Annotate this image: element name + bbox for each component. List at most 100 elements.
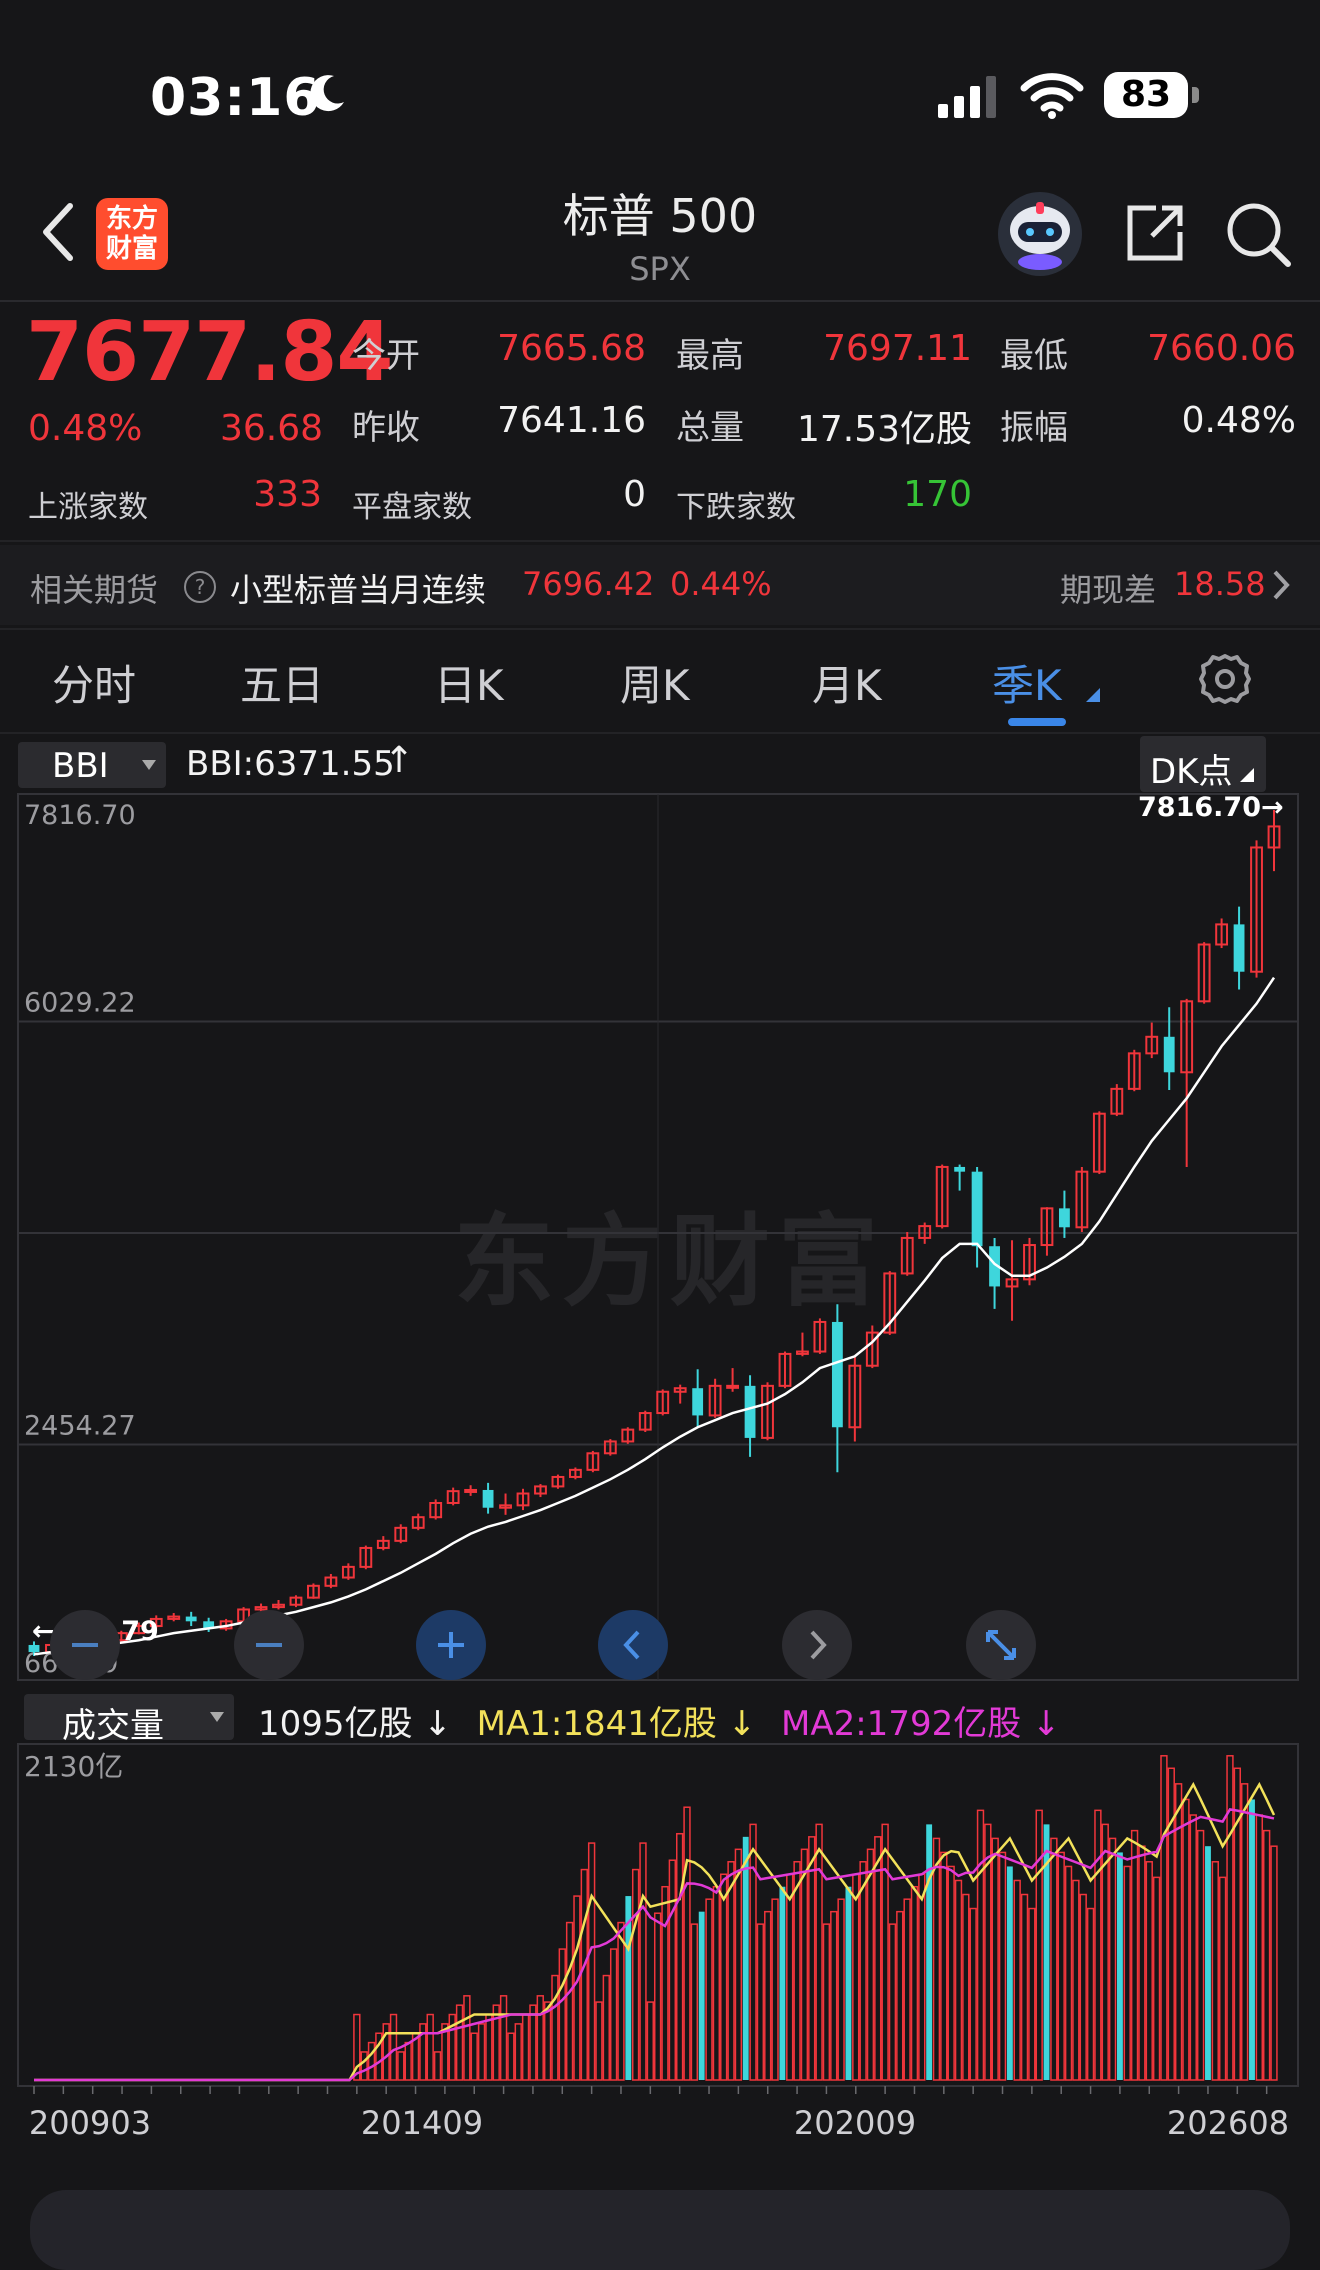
related-futures-bar[interactable]: 相关期货 ? 小型标普当月连续 7696.42 0.44% 期现差 18.58 <box>0 545 1320 625</box>
high-label: 最高 <box>676 336 744 376</box>
gear-icon[interactable] <box>1198 652 1252 706</box>
indicator-value: BBI:6371.55 <box>186 744 395 784</box>
volume-bar <box>837 1898 845 2081</box>
scroll-right-button[interactable] <box>782 1610 852 1680</box>
bottom-panel[interactable] <box>30 2190 1290 2270</box>
candlestick-chart[interactable]: 7816.706029.222454.27666.797816.70→←666.… <box>0 780 1320 1700</box>
volume-bar <box>1050 1837 1058 2081</box>
volume-bar <box>426 2013 434 2081</box>
share-icon[interactable] <box>1122 200 1188 266</box>
zoom-out-button-left[interactable] <box>50 1610 120 1680</box>
candle-body <box>185 1616 197 1622</box>
fullscreen-button[interactable] <box>966 1610 1036 1680</box>
volume-bar <box>720 1873 728 2081</box>
volume-bar <box>514 2023 522 2081</box>
assistant-robot-icon[interactable] <box>996 190 1084 278</box>
volume-bar <box>742 1836 749 2080</box>
volume-bar <box>1262 1829 1271 2081</box>
volume-bar <box>918 1873 926 2081</box>
page-title: 标普 500 <box>562 189 758 243</box>
tab-daily-k[interactable]: 日K <box>434 652 504 713</box>
candle-body <box>464 1488 478 1493</box>
decline-label: 下跌家数 <box>676 490 796 525</box>
tab-dropdown-icon[interactable] <box>1086 688 1100 702</box>
volume-bar <box>991 1837 999 2081</box>
candle-body <box>692 1388 704 1416</box>
back-icon[interactable] <box>40 200 76 264</box>
indicator-arrow: ↑ <box>384 740 415 781</box>
volume-bar <box>793 1861 801 2081</box>
volume-bar <box>947 1865 955 2081</box>
chevron-right-icon <box>810 1630 827 1660</box>
search-icon[interactable] <box>1224 200 1292 268</box>
volume-bar <box>433 2051 442 2081</box>
volume-bar <box>602 1974 610 2081</box>
zoom-in-button[interactable] <box>416 1610 486 1680</box>
expand-icon <box>986 1630 1016 1660</box>
low-label: 最低 <box>1000 336 1068 376</box>
max-price-marker: 7816.70→ <box>1138 792 1284 823</box>
tab-weekly-k[interactable]: 周K <box>620 652 690 713</box>
active-tab-indicator <box>1008 718 1066 726</box>
volume-bar <box>881 1823 889 2081</box>
open-label: 今开 <box>352 336 420 376</box>
volume-bar <box>1196 1829 1205 2081</box>
volume-bar <box>404 2041 412 2081</box>
prev-close-value: 7641.16 <box>497 400 646 441</box>
volume-bar <box>675 1832 684 2081</box>
volume-bar <box>1152 1876 1161 2081</box>
volume-bar <box>852 1873 860 2081</box>
minus-icon <box>72 1643 98 1647</box>
chevron-right-icon <box>1273 570 1290 600</box>
tab-five-day[interactable]: 五日 <box>240 652 324 713</box>
volume-label: 总量 <box>676 408 744 448</box>
volume-bar <box>866 1848 875 2081</box>
prev-close-label: 昨收 <box>352 408 420 448</box>
volume-bar <box>1028 1907 1036 2081</box>
volume-bar <box>764 1910 772 2081</box>
volume-bar <box>499 1995 508 2081</box>
volume-bar <box>749 1823 757 2081</box>
volume-chart[interactable]: 2130亿 200903 201409 202009 202608 <box>0 1700 1320 2140</box>
candle-body <box>971 1171 983 1247</box>
volume-bar <box>940 1851 948 2081</box>
candle-body <box>744 1385 756 1438</box>
change-amount: 36.68 <box>220 408 324 449</box>
volume-bar <box>463 1995 471 2081</box>
volume-bar <box>1189 1814 1197 2081</box>
candle-body <box>482 1489 494 1508</box>
volume-frame <box>17 1743 1299 2087</box>
volume-bar <box>815 1823 823 2081</box>
app-logo[interactable]: 东方 财富 <box>96 198 168 270</box>
volume-bar <box>896 1910 904 2081</box>
help-icon[interactable]: ? <box>184 571 216 603</box>
futures-pct: 0.44% <box>670 565 772 603</box>
volume-bar <box>543 2001 552 2081</box>
volume-bar <box>536 1995 544 2081</box>
tab-quarterly-k[interactable]: 季K <box>992 652 1062 713</box>
volume-bar <box>874 1836 882 2081</box>
volume-bar <box>1086 1907 1095 2081</box>
volume-bar <box>558 1948 566 2081</box>
header-divider <box>0 300 1320 302</box>
futures-name: 小型标普当月连续 <box>230 571 487 609</box>
tab-intraday[interactable]: 分时 <box>52 652 136 713</box>
volume-bar <box>888 1923 897 2081</box>
volume-bar <box>1123 1865 1131 2081</box>
unchanged-label: 平盘家数 <box>352 490 472 525</box>
candle-body <box>1059 1208 1070 1228</box>
volume-bar <box>1167 1767 1175 2081</box>
volume-bar <box>800 1848 809 2081</box>
zoom-out-button[interactable] <box>234 1610 304 1680</box>
decline-value: 170 <box>903 474 972 515</box>
volume-bar <box>1255 1814 1264 2081</box>
scroll-left-button[interactable] <box>598 1610 668 1680</box>
tab-monthly-k[interactable]: 月K <box>812 652 882 713</box>
volume-bar <box>1145 1861 1153 2081</box>
low-value: 7660.06 <box>1147 328 1296 369</box>
volume-bar <box>1226 1755 1234 2081</box>
volume-bar <box>668 1859 677 2081</box>
volume-value: 17.53亿股 <box>796 409 972 450</box>
volume-bar <box>529 2004 537 2081</box>
volume-bar <box>808 1836 816 2081</box>
